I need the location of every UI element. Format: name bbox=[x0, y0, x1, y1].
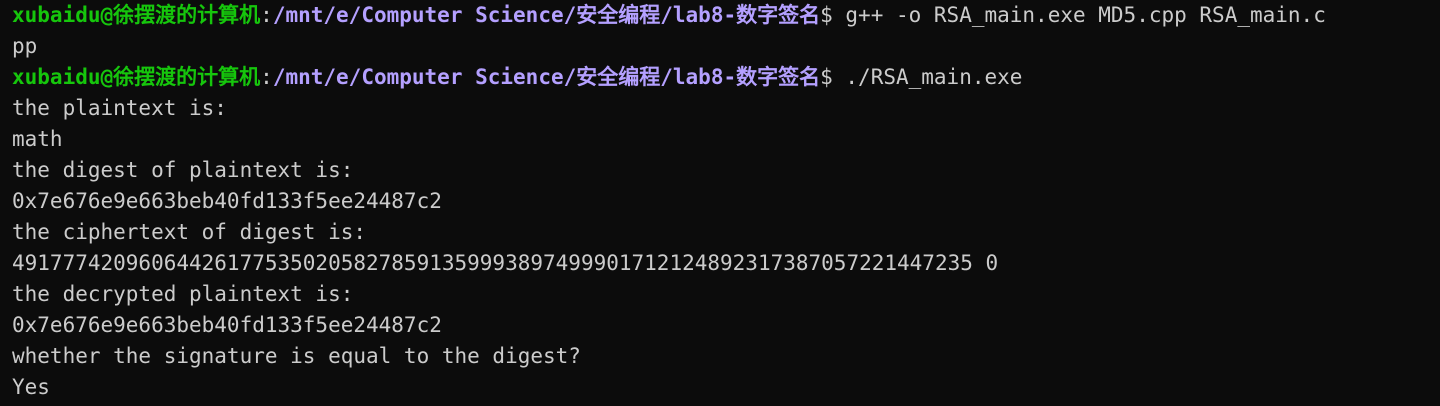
prompt-user-host: xubaidu@徐摆渡的计算机 bbox=[12, 65, 261, 89]
prompt-line-1: xubaidu@徐摆渡的计算机:/mnt/e/Computer Science/… bbox=[12, 0, 1428, 31]
output-line: 4917774209606442617753502058278591359993… bbox=[12, 251, 999, 275]
command-text: ./RSA_main.exe bbox=[845, 65, 1023, 89]
output-line: Yes bbox=[12, 375, 50, 399]
command-wrap-line: pp bbox=[12, 34, 38, 58]
output-line: 0x7e676e9e663beb40fd133f5ee24487c2 bbox=[12, 189, 442, 213]
prompt-symbol: $ bbox=[820, 65, 846, 89]
prompt-path: /mnt/e/Computer Science/安全编程/lab8-数字签名 bbox=[272, 65, 821, 89]
output-line: the digest of plaintext is: bbox=[12, 158, 354, 182]
terminal-window[interactable]: xubaidu@徐摆渡的计算机:/mnt/e/Computer Science/… bbox=[0, 0, 1440, 406]
prompt-colon: : bbox=[260, 65, 273, 89]
prompt-path: /mnt/e/Computer Science/安全编程/lab8-数字签名 bbox=[272, 3, 821, 27]
output-line: math bbox=[12, 127, 63, 151]
output-line: whether the signature is equal to the di… bbox=[12, 344, 581, 368]
output-line: the ciphertext of digest is: bbox=[12, 220, 367, 244]
prompt-line-2: xubaidu@徐摆渡的计算机:/mnt/e/Computer Science/… bbox=[12, 62, 1428, 93]
command-text: g++ -o RSA_main.exe MD5.cpp RSA_main.c bbox=[845, 3, 1326, 27]
prompt-symbol: $ bbox=[820, 3, 846, 27]
output-line: the plaintext is: bbox=[12, 96, 227, 120]
output-line: the decrypted plaintext is: bbox=[12, 282, 354, 306]
prompt-colon: : bbox=[260, 3, 273, 27]
prompt-user-host: xubaidu@徐摆渡的计算机 bbox=[12, 3, 261, 27]
output-line: 0x7e676e9e663beb40fd133f5ee24487c2 bbox=[12, 313, 442, 337]
